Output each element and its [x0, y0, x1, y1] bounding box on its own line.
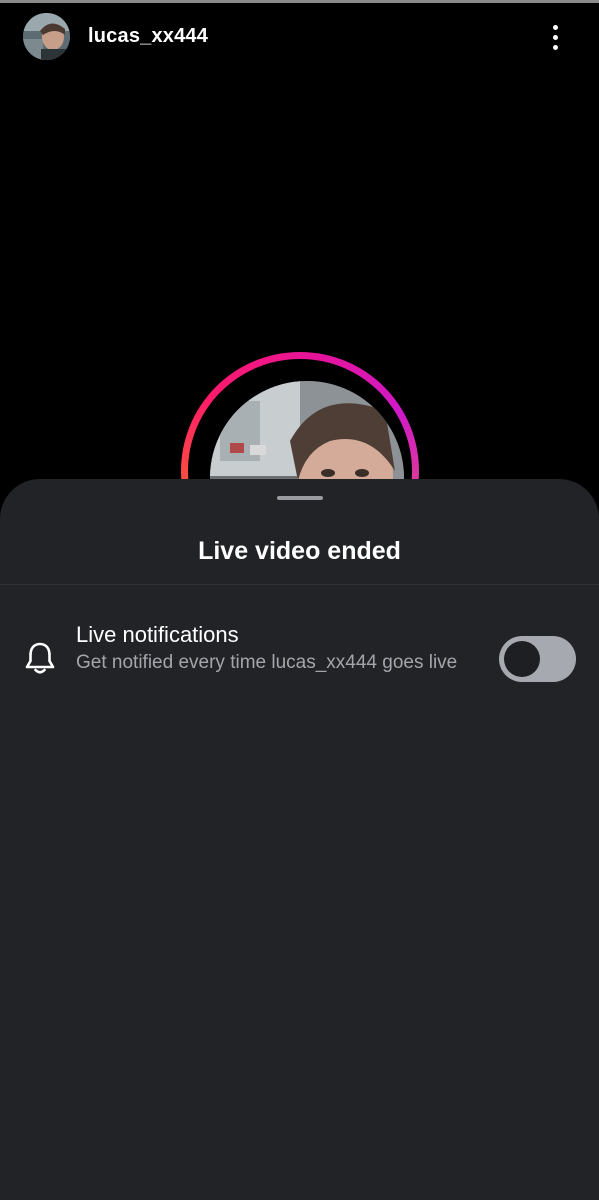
live-notifications-subtitle: Get notified every time lucas_xx444 goes…: [76, 652, 458, 673]
profile-photo-icon: [23, 13, 70, 60]
toggle-knob: [504, 641, 540, 677]
live-notifications-row[interactable]: Live notifications Get notified every ti…: [0, 609, 599, 709]
divider: [0, 584, 599, 585]
more-options-button[interactable]: [540, 19, 570, 55]
more-vertical-icon: [552, 24, 558, 30]
sheet-drag-handle[interactable]: [277, 496, 323, 500]
sheet-title: Live video ended: [198, 537, 401, 565]
live-notifications-text: Live notifications Get notified every ti…: [76, 621, 486, 675]
live-notifications-title: Live notifications: [76, 622, 239, 647]
header-avatar[interactable]: [23, 13, 70, 60]
live-ended-screen: lucas_xx444 Live video ended Live notifi…: [0, 0, 599, 1200]
header: lucas_xx444: [0, 3, 599, 67]
header-username[interactable]: lucas_xx444: [88, 25, 208, 48]
bell-icon: [25, 642, 55, 674]
live-notifications-toggle[interactable]: [499, 636, 576, 682]
bottom-sheet: Live video ended Live notifications Get …: [0, 479, 599, 1200]
